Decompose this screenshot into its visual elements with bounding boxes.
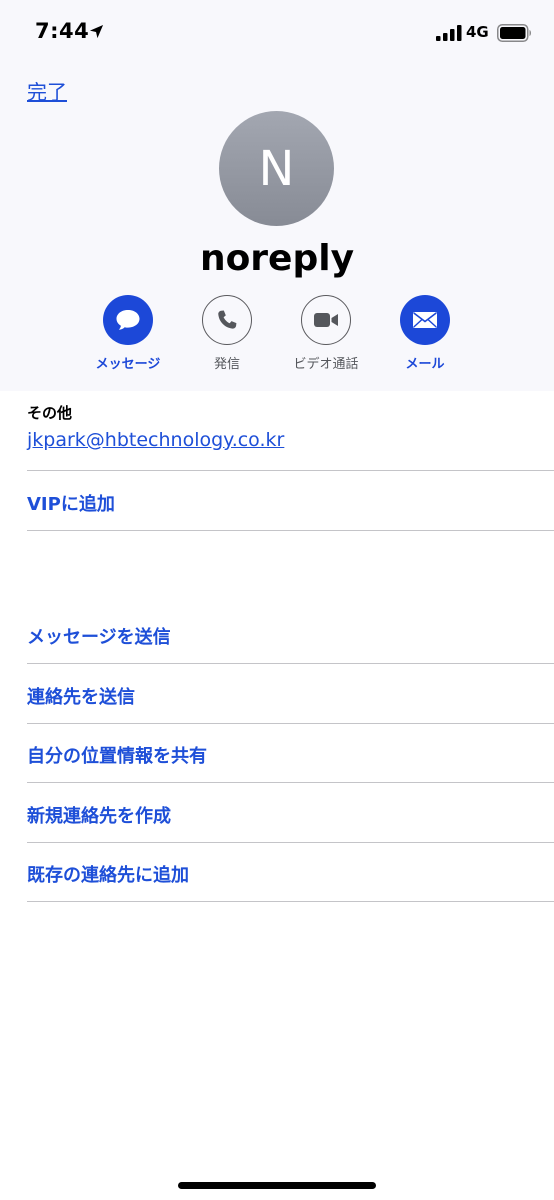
share-contact-button[interactable]: 連絡先を送信 <box>27 683 135 709</box>
divider <box>27 782 554 783</box>
create-new-contact-button[interactable]: 新規連絡先を作成 <box>27 802 171 828</box>
message-action-label: メッセージ <box>95 357 161 372</box>
battery-icon <box>497 24 531 42</box>
video-call-action-button[interactable]: ビデオ通話 <box>276 295 376 372</box>
add-to-existing-contact-button[interactable]: 既存の連絡先に追加 <box>27 861 189 887</box>
divider <box>27 842 554 843</box>
message-action-button[interactable]: メッセージ <box>78 295 178 372</box>
email-address-link[interactable]: jkpark@hbtechnology.co.kr <box>27 429 284 451</box>
call-action-label: 発信 <box>213 357 240 372</box>
contact-name: noreply <box>199 238 355 279</box>
divider <box>27 470 554 471</box>
envelope-icon <box>413 312 437 328</box>
message-bubble-icon <box>116 310 140 330</box>
phone-icon <box>218 310 237 329</box>
location-arrow-icon <box>89 24 104 39</box>
divider <box>27 663 554 664</box>
status-bar: 7:44 4G <box>0 0 554 66</box>
mail-action-label: メール <box>405 357 445 372</box>
send-message-button[interactable]: メッセージを送信 <box>27 623 171 649</box>
contact-header: 7:44 4G 完了 N noreply メッセージ 発信 ビデオ通話 メール <box>0 0 554 391</box>
cellular-signal-icon <box>436 25 462 41</box>
email-field-label: その他 <box>27 404 73 422</box>
status-time: 7:44 <box>35 19 90 43</box>
divider <box>27 723 554 724</box>
home-indicator[interactable] <box>178 1182 376 1189</box>
divider <box>27 901 554 902</box>
avatar: N <box>219 111 334 226</box>
call-action-button[interactable]: 発信 <box>177 295 277 372</box>
mail-action-button[interactable]: メール <box>375 295 475 372</box>
add-to-vip-button[interactable]: VIPに追加 <box>27 490 115 516</box>
contact-card-screen: 7:44 4G 完了 N noreply メッセージ 発信 ビデオ通話 メール … <box>0 0 554 1200</box>
avatar-initial: N <box>258 140 295 197</box>
video-camera-icon <box>314 313 338 327</box>
done-button[interactable]: 完了 <box>27 76 67 105</box>
action-buttons: メッセージ 発信 ビデオ通話 メール <box>0 295 554 375</box>
video-call-action-label: ビデオ通話 <box>293 357 359 372</box>
share-location-button[interactable]: 自分の位置情報を共有 <box>27 742 207 768</box>
divider <box>27 530 554 531</box>
network-type: 4G <box>466 23 489 41</box>
